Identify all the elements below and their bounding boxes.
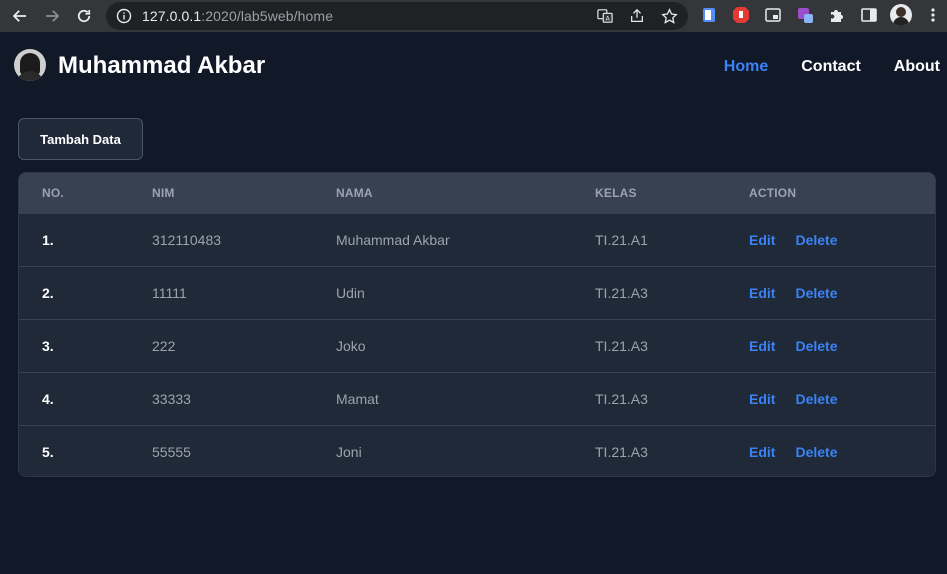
cell-nama: Udin [336,284,365,301]
table-row: 3. 222 Joko TI.21.A3 Edit Delete [19,319,935,372]
delete-link[interactable]: Delete [795,232,837,248]
docs-extension-icon[interactable] [698,4,720,26]
cell-kelas: TI.21.A3 [595,390,648,407]
brand-avatar[interactable] [14,49,46,81]
cell-nim: 11111 [152,284,187,301]
url-text: 127.0.0.1:2020/lab5web/home [142,8,333,24]
translate-icon[interactable]: A [596,7,614,25]
delete-link[interactable]: Delete [795,444,837,460]
table-row: 1. 312110483 Muhammad Akbar TI.21.A1 Edi… [19,213,935,266]
delete-link[interactable]: Delete [795,391,837,407]
url-path: :2020/lab5web/home [201,8,334,24]
cell-nama: Joni [336,443,362,460]
edit-link[interactable]: Edit [749,444,775,460]
cell-actions: Edit Delete [749,266,935,319]
delete-link[interactable]: Delete [795,285,837,301]
cell-kelas: TI.21.A3 [595,443,648,460]
site-navbar: Muhammad Akbar Home Contact About [0,32,947,102]
info-icon[interactable] [116,8,132,24]
cell-nama: Joko [336,337,366,354]
edit-link[interactable]: Edit [749,391,775,407]
adblock-extension-icon[interactable] [730,4,752,26]
cell-actions: Edit Delete [749,213,935,266]
cell-no: 2. [42,284,54,301]
edit-link[interactable]: Edit [749,338,775,354]
cell-kelas: TI.21.A3 [595,337,648,354]
url-host: 127.0.0.1 [142,8,202,24]
cell-no: 4. [42,390,54,407]
header-nim: NIM [152,185,175,200]
cell-nim: 33333 [152,390,191,407]
header-nama: NAMA [336,185,373,200]
forward-icon[interactable] [38,2,66,30]
cell-actions: Edit Delete [749,425,935,476]
cell-actions: Edit Delete [749,319,935,372]
table-header-row: NO. NIM NAMA KELAS ACTION [19,173,935,213]
cell-nama: Muhammad Akbar [336,231,450,248]
cell-no: 1. [42,231,54,248]
color-extension-icon[interactable] [794,4,816,26]
back-icon[interactable] [6,2,34,30]
header-no: NO. [42,185,64,200]
svg-text:A: A [606,15,611,22]
share-icon[interactable] [628,7,646,25]
brand-name[interactable]: Muhammad Akbar [58,52,265,80]
star-icon[interactable] [660,7,678,25]
data-table: NO. NIM NAMA KELAS ACTION 1. 312110483 M… [18,172,936,477]
nav-link-about[interactable]: About [894,58,940,76]
cell-kelas: TI.21.A3 [595,284,648,301]
cell-nama: Mamat [336,390,379,407]
puzzle-icon[interactable] [826,4,848,26]
browser-toolbar: 127.0.0.1:2020/lab5web/home A [0,0,947,32]
address-bar[interactable]: 127.0.0.1:2020/lab5web/home A [106,2,688,30]
table-row: 2. 11111 Udin TI.21.A3 Edit Delete [19,266,935,319]
cell-nim: 312110483 [152,231,222,248]
add-data-button[interactable]: Tambah Data [18,118,143,160]
main-menu: Home Contact About [724,58,940,76]
edit-link[interactable]: Edit [749,285,775,301]
table-row: 4. 33333 Mamat TI.21.A3 Edit Delete [19,372,935,425]
more-icon[interactable] [922,4,944,26]
cell-nim: 55555 [152,443,191,460]
header-action: ACTION [749,185,797,200]
picture-in-picture-icon[interactable] [762,4,784,26]
edit-link[interactable]: Edit [749,232,775,248]
reload-icon[interactable] [70,2,98,30]
nav-link-contact[interactable]: Contact [801,58,861,76]
header-kelas: KELAS [595,185,637,200]
nav-link-home[interactable]: Home [724,58,768,76]
cell-no: 5. [42,443,54,460]
profile-avatar[interactable] [890,4,912,26]
table-row: 5. 55555 Joni TI.21.A3 Edit Delete [19,425,935,476]
delete-link[interactable]: Delete [795,338,837,354]
sidebar-icon[interactable] [858,4,880,26]
cell-actions: Edit Delete [749,372,935,425]
cell-kelas: TI.21.A1 [595,231,648,248]
cell-nim: 222 [152,337,176,354]
cell-no: 3. [42,337,54,354]
